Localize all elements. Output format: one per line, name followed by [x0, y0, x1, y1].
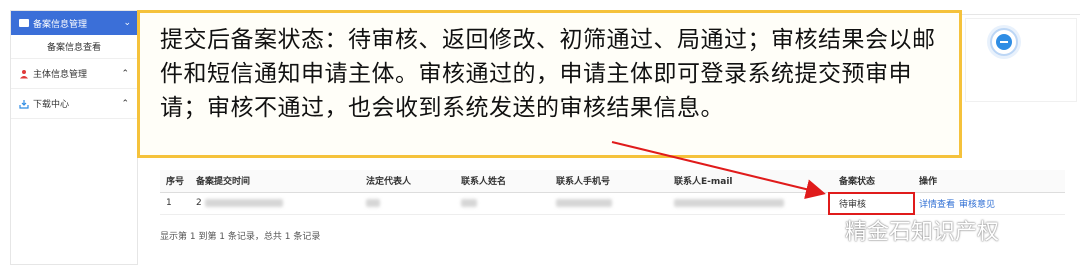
status-highlight-box: [828, 192, 915, 215]
chevron-up-icon: ⌃: [121, 68, 129, 79]
sidebar-subitem-filing-view[interactable]: 备案信息查看: [11, 35, 137, 59]
folder-icon: [19, 19, 29, 27]
table-header-row: 序号 备案提交时间 法定代表人 联系人姓名 联系人手机号 联系人E-mail 备…: [160, 170, 1065, 193]
submit-time-text: 2: [196, 198, 202, 208]
column-header: 联系人E-mail: [668, 170, 833, 193]
sidebar: 备案信息管理 ⌄ 备案信息查看 主体信息管理 ⌃ 下载中心 ⌃: [10, 10, 138, 265]
callout-text: 提交后备案状态：待审核、返回修改、初筛通过、局通过；审核结果会以邮件和短信通知申…: [160, 27, 936, 121]
column-header: 法定代表人: [360, 170, 455, 193]
sidebar-header-label: 备案信息管理: [33, 19, 88, 30]
sidebar-item-download-center[interactable]: 下载中心 ⌃: [11, 89, 137, 119]
user-icon: [20, 69, 28, 78]
wechat-logo-icon: [806, 218, 838, 242]
column-header: 联系人姓名: [455, 170, 550, 193]
sidebar-item-label: 主体信息管理: [33, 70, 88, 80]
row-legal-rep: [360, 192, 455, 215]
watermark: 精金石知识产权: [805, 214, 999, 246]
sidebar-subitem-label: 备案信息查看: [47, 43, 102, 53]
row-contact-email: [668, 192, 833, 215]
pagination-summary: 显示第 1 到第 1 条记录，总共 1 条记录: [160, 232, 321, 242]
row-actions: 详情查看 审核意见: [913, 192, 1065, 215]
view-details-link[interactable]: 详情查看: [919, 200, 955, 210]
sidebar-item-filing-management[interactable]: 备案信息管理 ⌄: [11, 11, 137, 35]
review-opinion-link[interactable]: 审核意见: [959, 200, 995, 210]
redacted-value: [366, 198, 380, 207]
filing-table: 序号 备案提交时间 法定代表人 联系人姓名 联系人手机号 联系人E-mail 备…: [160, 170, 1065, 215]
column-header: 联系人手机号: [550, 170, 668, 193]
watermark-text: 精金石知识产权: [845, 220, 1000, 245]
sidebar-item-entity-management[interactable]: 主体信息管理 ⌃: [11, 59, 137, 89]
column-header: 序号: [160, 170, 190, 193]
redacted-value: [556, 198, 612, 207]
redacted-value: [204, 198, 283, 207]
row-contact-name: [455, 192, 550, 215]
progress-circle-icon: [990, 28, 1018, 56]
row-index: 1: [160, 192, 190, 215]
chevron-down-icon: ⌄: [123, 18, 131, 28]
chevron-up-icon: ⌃: [121, 98, 129, 109]
table-row: 1 2 待审核 详情查看 审核意见: [160, 192, 1065, 215]
sidebar-item-label: 下载中心: [33, 100, 70, 110]
row-contact-phone: [550, 192, 668, 215]
column-header: 备案状态: [833, 170, 913, 193]
redacted-value: [674, 198, 784, 207]
annotation-callout: 提交后备案状态：待审核、返回修改、初筛通过、局通过；审核结果会以邮件和短信通知申…: [137, 10, 962, 158]
column-header: 操作: [913, 170, 1065, 193]
row-submit-time: 2: [190, 192, 360, 215]
download-icon: [19, 99, 29, 109]
status-panel: [965, 18, 1077, 102]
redacted-value: [461, 198, 477, 207]
column-header: 备案提交时间: [190, 170, 360, 193]
